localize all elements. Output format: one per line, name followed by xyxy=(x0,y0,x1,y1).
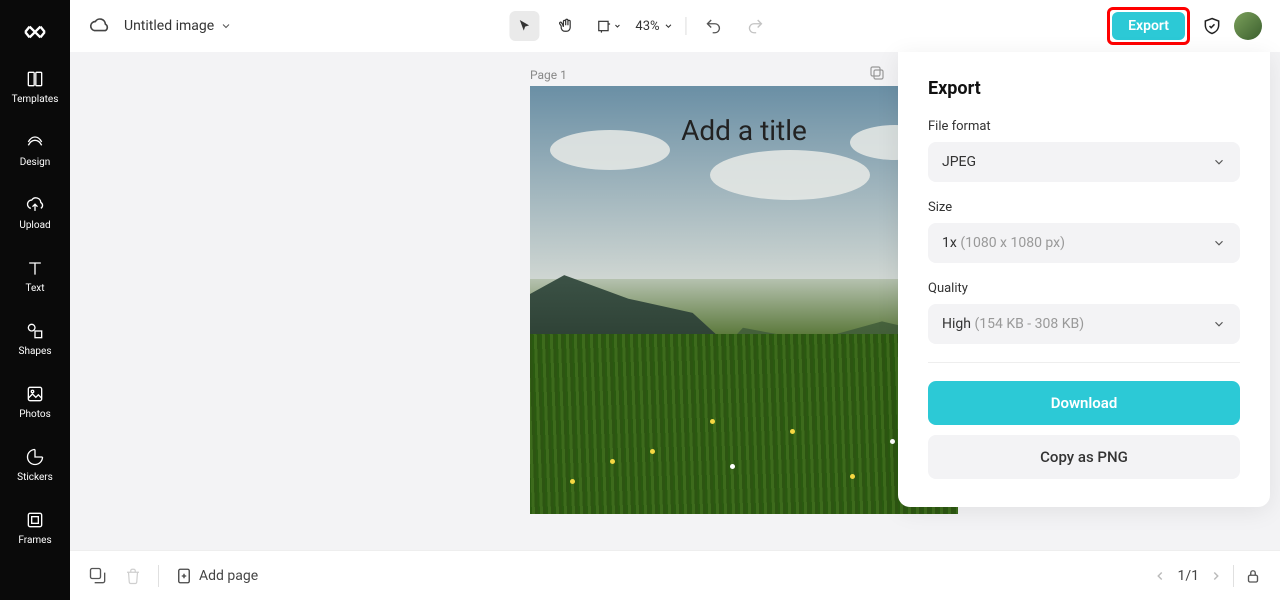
chevron-down-icon xyxy=(220,20,232,32)
sidebar-label: Design xyxy=(20,157,51,168)
right-toolbar: Export xyxy=(1107,7,1262,45)
size-value: 1x xyxy=(942,235,957,251)
left-sidebar: Templates Design Upload Text Shapes Phot… xyxy=(0,0,70,600)
separator xyxy=(158,565,159,587)
app-logo-icon xyxy=(21,18,49,46)
size-label: Size xyxy=(928,200,1240,215)
next-page-button[interactable] xyxy=(1209,569,1223,583)
chevron-down-icon xyxy=(1212,236,1226,250)
add-page-label: Add page xyxy=(199,568,258,584)
layers-icon[interactable] xyxy=(88,566,108,586)
file-format-value: JPEG xyxy=(942,154,976,170)
redo-button[interactable] xyxy=(741,11,771,41)
page-label: Page 1 xyxy=(530,68,567,82)
sidebar-item-shapes[interactable]: Shapes xyxy=(0,316,70,361)
export-button-highlight: Export xyxy=(1107,7,1190,45)
top-bar: Untitled image 43% Export xyxy=(70,0,1280,52)
lock-icon[interactable] xyxy=(1244,567,1262,585)
canvas-image[interactable]: Add a title xyxy=(530,86,958,514)
export-heading: Export xyxy=(928,78,1240,99)
canvas-title-placeholder[interactable]: Add a title xyxy=(530,114,958,147)
file-format-select[interactable]: JPEG xyxy=(928,142,1240,182)
sidebar-item-stickers[interactable]: Stickers xyxy=(0,442,70,487)
add-page-button[interactable]: Add page xyxy=(175,567,258,585)
separator xyxy=(1233,565,1234,587)
cursor-tool-button[interactable] xyxy=(509,11,539,41)
download-button[interactable]: Download xyxy=(928,381,1240,425)
sidebar-item-frames[interactable]: Frames xyxy=(0,505,70,550)
sidebar-label: Upload xyxy=(19,220,50,231)
templates-icon xyxy=(24,68,46,90)
size-detail: (1080 x 1080 px) xyxy=(960,235,1065,251)
text-icon xyxy=(24,257,46,279)
design-icon xyxy=(24,131,46,153)
sidebar-label: Stickers xyxy=(17,472,53,483)
cloud-save-icon[interactable] xyxy=(88,15,110,37)
zoom-value: 43% xyxy=(635,19,659,34)
trash-icon[interactable] xyxy=(124,567,142,585)
upload-icon xyxy=(24,194,46,216)
quality-label: Quality xyxy=(928,281,1240,296)
zoom-control[interactable]: 43% xyxy=(635,19,673,34)
crop-tool-button[interactable] xyxy=(593,11,623,41)
quality-select[interactable]: High (154 KB - 308 KB) xyxy=(928,304,1240,344)
bottom-bar: Add page 1/1 xyxy=(70,550,1280,600)
user-avatar[interactable] xyxy=(1234,12,1262,40)
photos-icon xyxy=(24,383,46,405)
divider xyxy=(928,362,1240,363)
quality-detail: (154 KB - 308 KB) xyxy=(974,316,1084,332)
page-indicator: 1/1 xyxy=(1177,568,1199,584)
add-page-icon xyxy=(175,567,193,585)
document-title-text: Untitled image xyxy=(124,18,214,34)
sidebar-label: Photos xyxy=(19,409,51,420)
chevron-down-icon xyxy=(1212,155,1226,169)
frames-icon xyxy=(24,509,46,531)
sidebar-item-text[interactable]: Text xyxy=(0,253,70,298)
shapes-icon xyxy=(24,320,46,342)
copy-as-png-button[interactable]: Copy as PNG xyxy=(928,435,1240,479)
center-toolbar: 43% xyxy=(509,11,770,41)
prev-page-button[interactable] xyxy=(1153,569,1167,583)
page-navigation: 1/1 xyxy=(1153,565,1262,587)
hand-tool-button[interactable] xyxy=(551,11,581,41)
size-select[interactable]: 1x (1080 x 1080 px) xyxy=(928,223,1240,263)
sidebar-item-design[interactable]: Design xyxy=(0,127,70,172)
document-title[interactable]: Untitled image xyxy=(124,18,232,34)
sidebar-label: Templates xyxy=(12,94,59,105)
export-button[interactable]: Export xyxy=(1112,12,1185,40)
file-format-label: File format xyxy=(928,119,1240,134)
sidebar-label: Shapes xyxy=(19,346,52,357)
quality-value: High xyxy=(942,316,971,332)
sidebar-item-templates[interactable]: Templates xyxy=(0,64,70,109)
stickers-icon xyxy=(24,446,46,468)
page-options-icon[interactable] xyxy=(868,64,886,82)
export-panel: Export File format JPEG Size 1x (1080 x … xyxy=(898,52,1270,507)
separator xyxy=(686,17,687,35)
sidebar-item-upload[interactable]: Upload xyxy=(0,190,70,235)
sidebar-label: Text xyxy=(25,283,44,294)
sidebar-item-photos[interactable]: Photos xyxy=(0,379,70,424)
shield-icon[interactable] xyxy=(1202,16,1222,36)
undo-button[interactable] xyxy=(699,11,729,41)
chevron-down-icon xyxy=(664,21,674,31)
sidebar-label: Frames xyxy=(18,535,51,546)
chevron-down-icon xyxy=(1212,317,1226,331)
